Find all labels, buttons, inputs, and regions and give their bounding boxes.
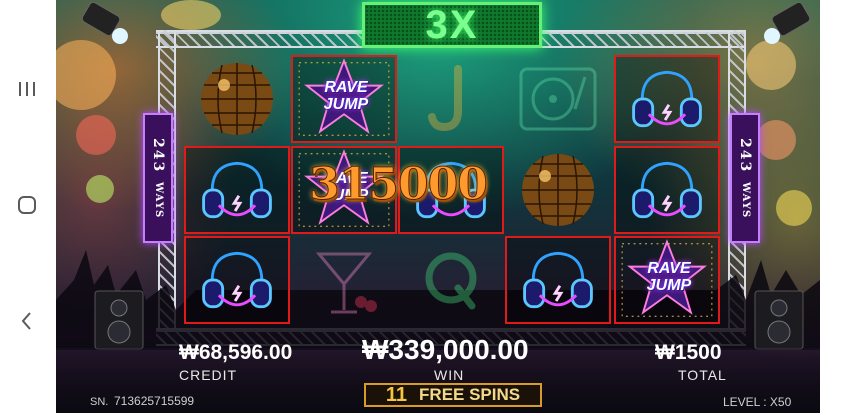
symbol-headphones <box>184 146 290 234</box>
bokeh-light <box>86 175 114 203</box>
symbol-letter-j <box>398 55 504 143</box>
speaker-icon <box>94 290 144 350</box>
rave-jump-label: RAVE JUMP <box>646 260 692 294</box>
rave-jump-label: RAVE JUMP <box>323 79 369 113</box>
serial-number: 713625715599 <box>114 394 195 408</box>
win-value: ₩339,000.00 <box>362 334 529 365</box>
back-icon[interactable] <box>14 308 40 334</box>
screen-edge <box>820 0 850 413</box>
symbol-headphones <box>614 146 720 234</box>
symbol-cocktail <box>291 236 397 324</box>
system-nav-bar <box>0 0 56 413</box>
level-indicator: LEVEL : X50 <box>723 395 792 409</box>
symbol-letter-q <box>398 236 504 324</box>
spotlight-icon <box>81 1 128 44</box>
symbol-turntable <box>505 55 611 143</box>
free-spins-counter: 11 FREE SPINS <box>364 383 542 407</box>
bokeh-light <box>76 115 116 155</box>
credit-label: CREDIT <box>179 367 238 383</box>
symbol-headphones <box>184 236 290 324</box>
recent-apps-icon[interactable] <box>14 76 40 102</box>
ways-label: WAYS <box>740 181 751 218</box>
symbol-disco-ball <box>505 146 611 234</box>
bokeh-light <box>756 120 796 160</box>
ways-number: 243 <box>737 138 753 174</box>
home-icon[interactable] <box>14 192 40 218</box>
ways-number: 243 <box>150 138 166 174</box>
symbol-rave-jump: RAVE JUMP <box>291 55 397 143</box>
bokeh-light <box>161 0 221 30</box>
ways-banner-left: 243 WAYS <box>143 113 173 243</box>
ways-banner-right: 243 WAYS <box>730 113 760 243</box>
symbol-headphones <box>505 236 611 324</box>
symbol-headphones <box>614 55 720 143</box>
bokeh-light <box>776 190 812 226</box>
multiplier-display: 3X <box>362 2 542 48</box>
symbol-disco-ball <box>184 55 290 143</box>
credit-value: ₩68,596.00 <box>179 341 293 364</box>
free-spins-count: 11 <box>385 383 408 406</box>
ways-label: WAYS <box>153 181 164 218</box>
speaker-icon <box>754 290 804 350</box>
spotlight-icon <box>764 1 811 44</box>
total-bet-label: TOTAL <box>678 367 727 383</box>
serial-label: SN. <box>90 396 109 408</box>
win-label: WIN <box>434 367 465 383</box>
free-spins-label: FREE SPINS <box>419 385 521 404</box>
symbol-rave-jump: RAVE JUMP <box>614 236 720 324</box>
total-bet-value[interactable]: ₩1500 <box>655 341 722 365</box>
win-amount-overlay: 315000 <box>309 159 489 211</box>
